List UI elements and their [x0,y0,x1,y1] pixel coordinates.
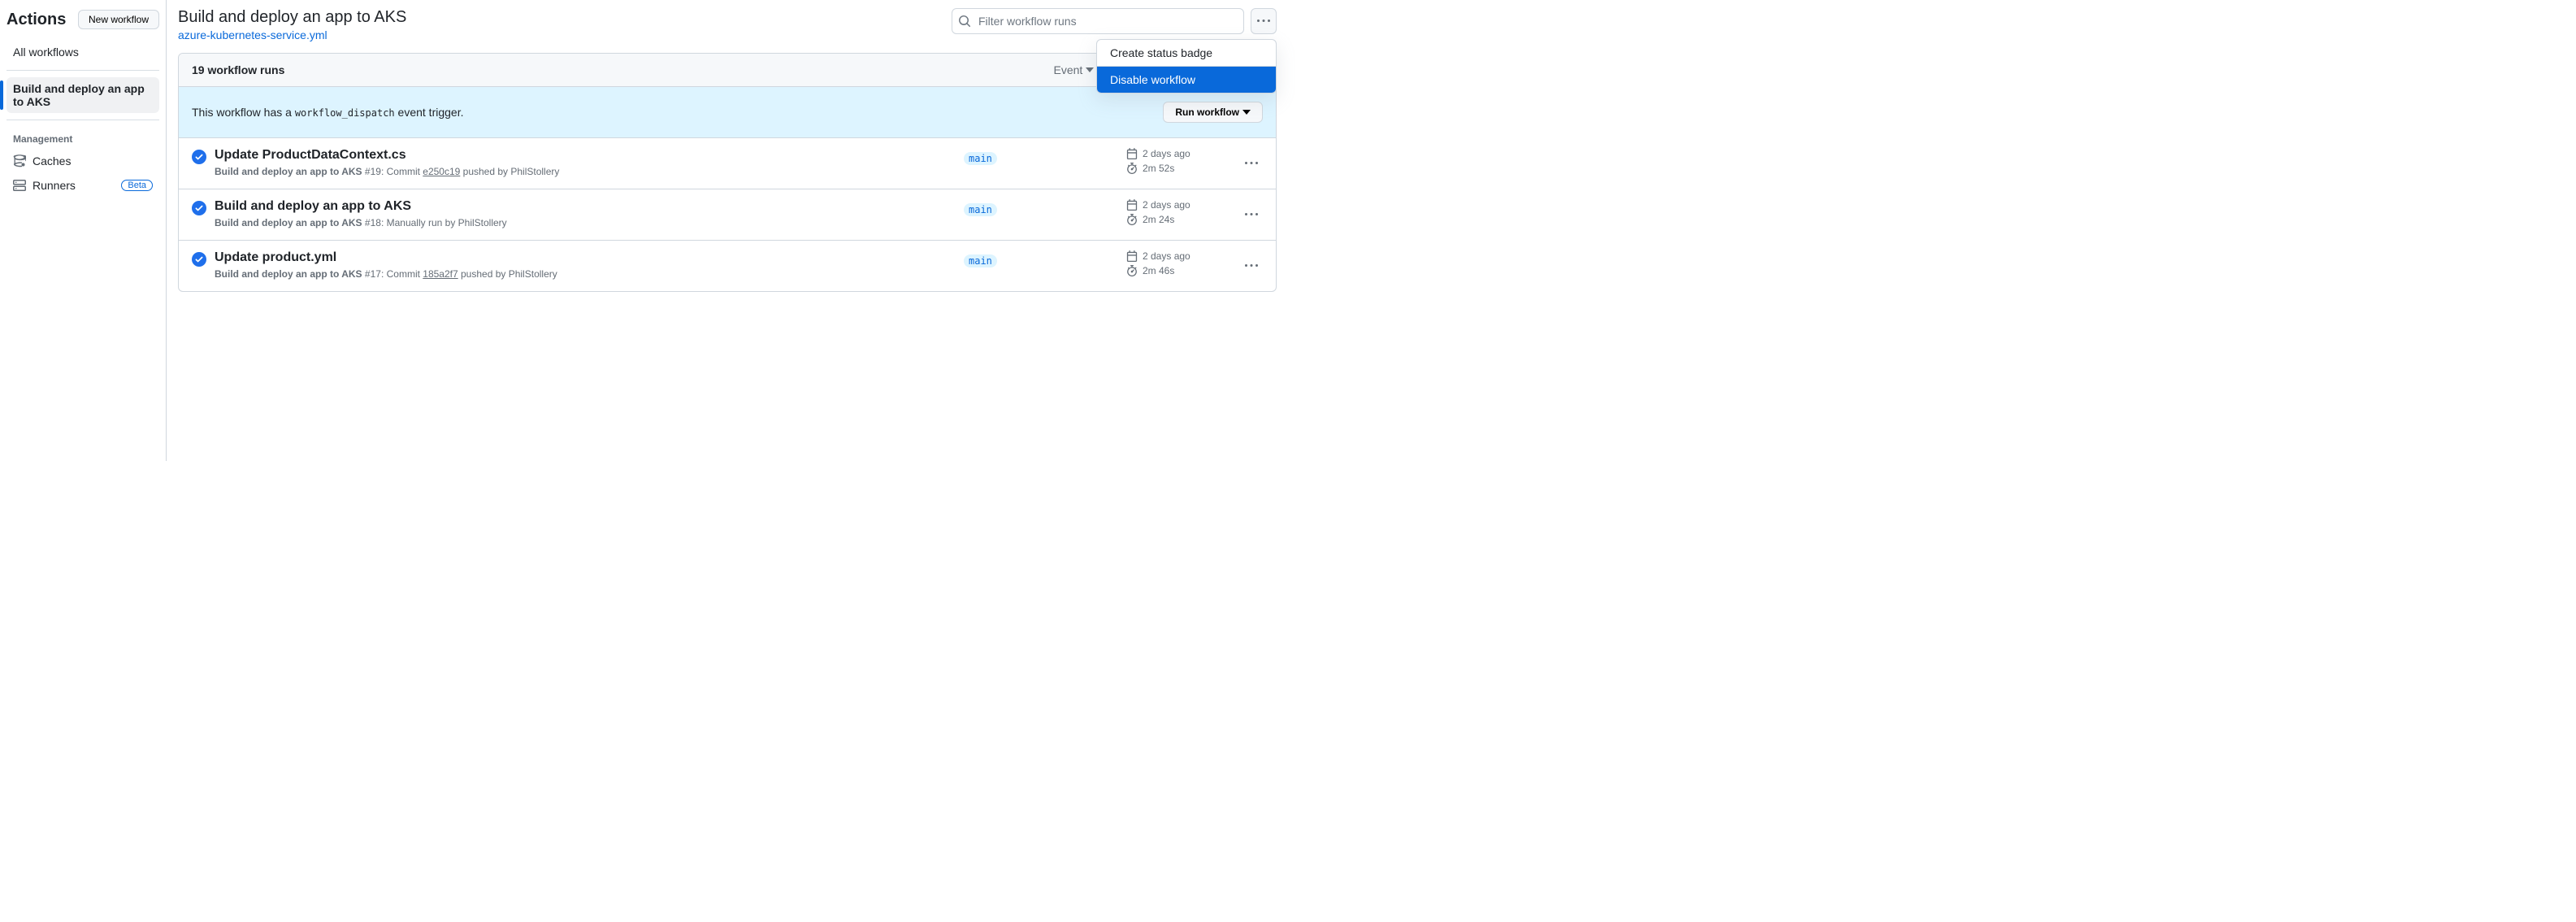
menu-item-create-badge[interactable]: Create status badge [1097,40,1276,66]
workflow-run-row: Build and deploy an app to AKS Build and… [179,189,1276,241]
stopwatch-icon [1126,214,1138,225]
run-subtitle: Build and deploy an app to AKS #17: Comm… [215,267,956,281]
main-content: Build and deploy an app to AKS azure-kub… [167,0,1288,461]
run-workflow-name: Build and deploy an app to AKS [215,268,362,280]
branch-tag[interactable]: main [964,152,997,165]
search-icon [958,15,971,28]
run-timestamp: 2 days ago [1126,199,1232,211]
caches-label: Caches [33,154,153,167]
search-wrap [952,8,1244,34]
status-success-icon [192,150,206,164]
kebab-icon [1245,259,1258,272]
run-timestamp: 2 days ago [1126,148,1232,159]
run-number: #18 [365,217,381,228]
workflow-run-row: Update ProductDataContext.cs Build and d… [179,138,1276,189]
caret-down-icon [1086,66,1094,74]
new-workflow-button[interactable]: New workflow [78,10,159,29]
sidebar-item-all-workflows[interactable]: All workflows [7,41,159,63]
branch-tag[interactable]: main [964,203,997,216]
sidebar-title: Actions [7,11,66,29]
run-workflow-name: Build and deploy an app to AKS [215,217,362,228]
kebab-icon [1245,208,1258,221]
kebab-icon [1257,15,1270,28]
workflow-file-link[interactable]: azure-kubernetes-service.yml [178,28,327,41]
run-title-link[interactable]: Build and deploy an app to AKS [215,199,956,214]
run-workflow-button[interactable]: Run workflow [1163,102,1263,123]
filter-runs-input[interactable] [952,8,1244,34]
calendar-icon [1126,199,1138,211]
run-title-link[interactable]: Update ProductDataContext.cs [215,148,956,163]
filter-event-button[interactable]: Event [1053,63,1094,76]
runners-label: Runners [33,179,115,192]
workflow-title: Build and deploy an app to AKS [178,8,406,27]
runs-count: 19 workflow runs [192,63,284,76]
server-icon [13,179,26,192]
run-workflow-label: Run workflow [1175,107,1239,118]
sidebar-item-runners[interactable]: Runners Beta [7,174,159,197]
run-subtitle: Build and deploy an app to AKS #19: Comm… [215,164,956,179]
dispatch-text: This workflow has a workflow_dispatch ev… [192,106,463,119]
beta-badge: Beta [121,180,153,191]
calendar-icon [1126,148,1138,159]
workflow-options-button[interactable] [1251,8,1277,34]
run-timestamp: 2 days ago [1126,250,1232,262]
sidebar-heading-management: Management [7,127,166,148]
menu-item-disable-workflow[interactable]: Disable workflow [1097,67,1276,93]
kebab-icon [1245,157,1258,170]
commit-sha-link[interactable]: 185a2f7 [423,268,458,280]
status-success-icon [192,252,206,267]
workflow-options-menu: Create status badge Disable workflow [1096,39,1277,94]
sidebar-item-active-workflow[interactable]: Build and deploy an app to AKS [7,77,159,113]
status-success-icon [192,201,206,215]
run-duration: 2m 24s [1126,214,1232,225]
caret-down-icon [1242,110,1251,115]
run-duration: 2m 52s [1126,163,1232,174]
dispatch-banner: This workflow has a workflow_dispatch ev… [179,87,1276,138]
run-options-button[interactable] [1240,208,1263,221]
commit-sha-link[interactable]: e250c19 [423,166,460,177]
run-workflow-name: Build and deploy an app to AKS [215,166,362,177]
branch-tag[interactable]: main [964,254,997,267]
calendar-icon [1126,250,1138,262]
divider [7,70,159,71]
workflow-run-row: Update product.yml Build and deploy an a… [179,241,1276,291]
run-options-button[interactable] [1240,259,1263,272]
dispatch-code: workflow_dispatch [295,107,395,119]
run-duration: 2m 46s [1126,265,1232,276]
sidebar-item-caches[interactable]: Caches [7,150,159,172]
run-number: #17 [365,268,381,280]
run-number: #19 [365,166,381,177]
run-subtitle: Build and deploy an app to AKS #18: Manu… [215,215,956,230]
run-options-button[interactable] [1240,157,1263,170]
run-title-link[interactable]: Update product.yml [215,250,956,265]
cache-icon [13,154,26,167]
stopwatch-icon [1126,265,1138,276]
sidebar: Actions New workflow All workflows Build… [0,0,167,461]
stopwatch-icon [1126,163,1138,174]
filter-event-label: Event [1053,63,1082,76]
